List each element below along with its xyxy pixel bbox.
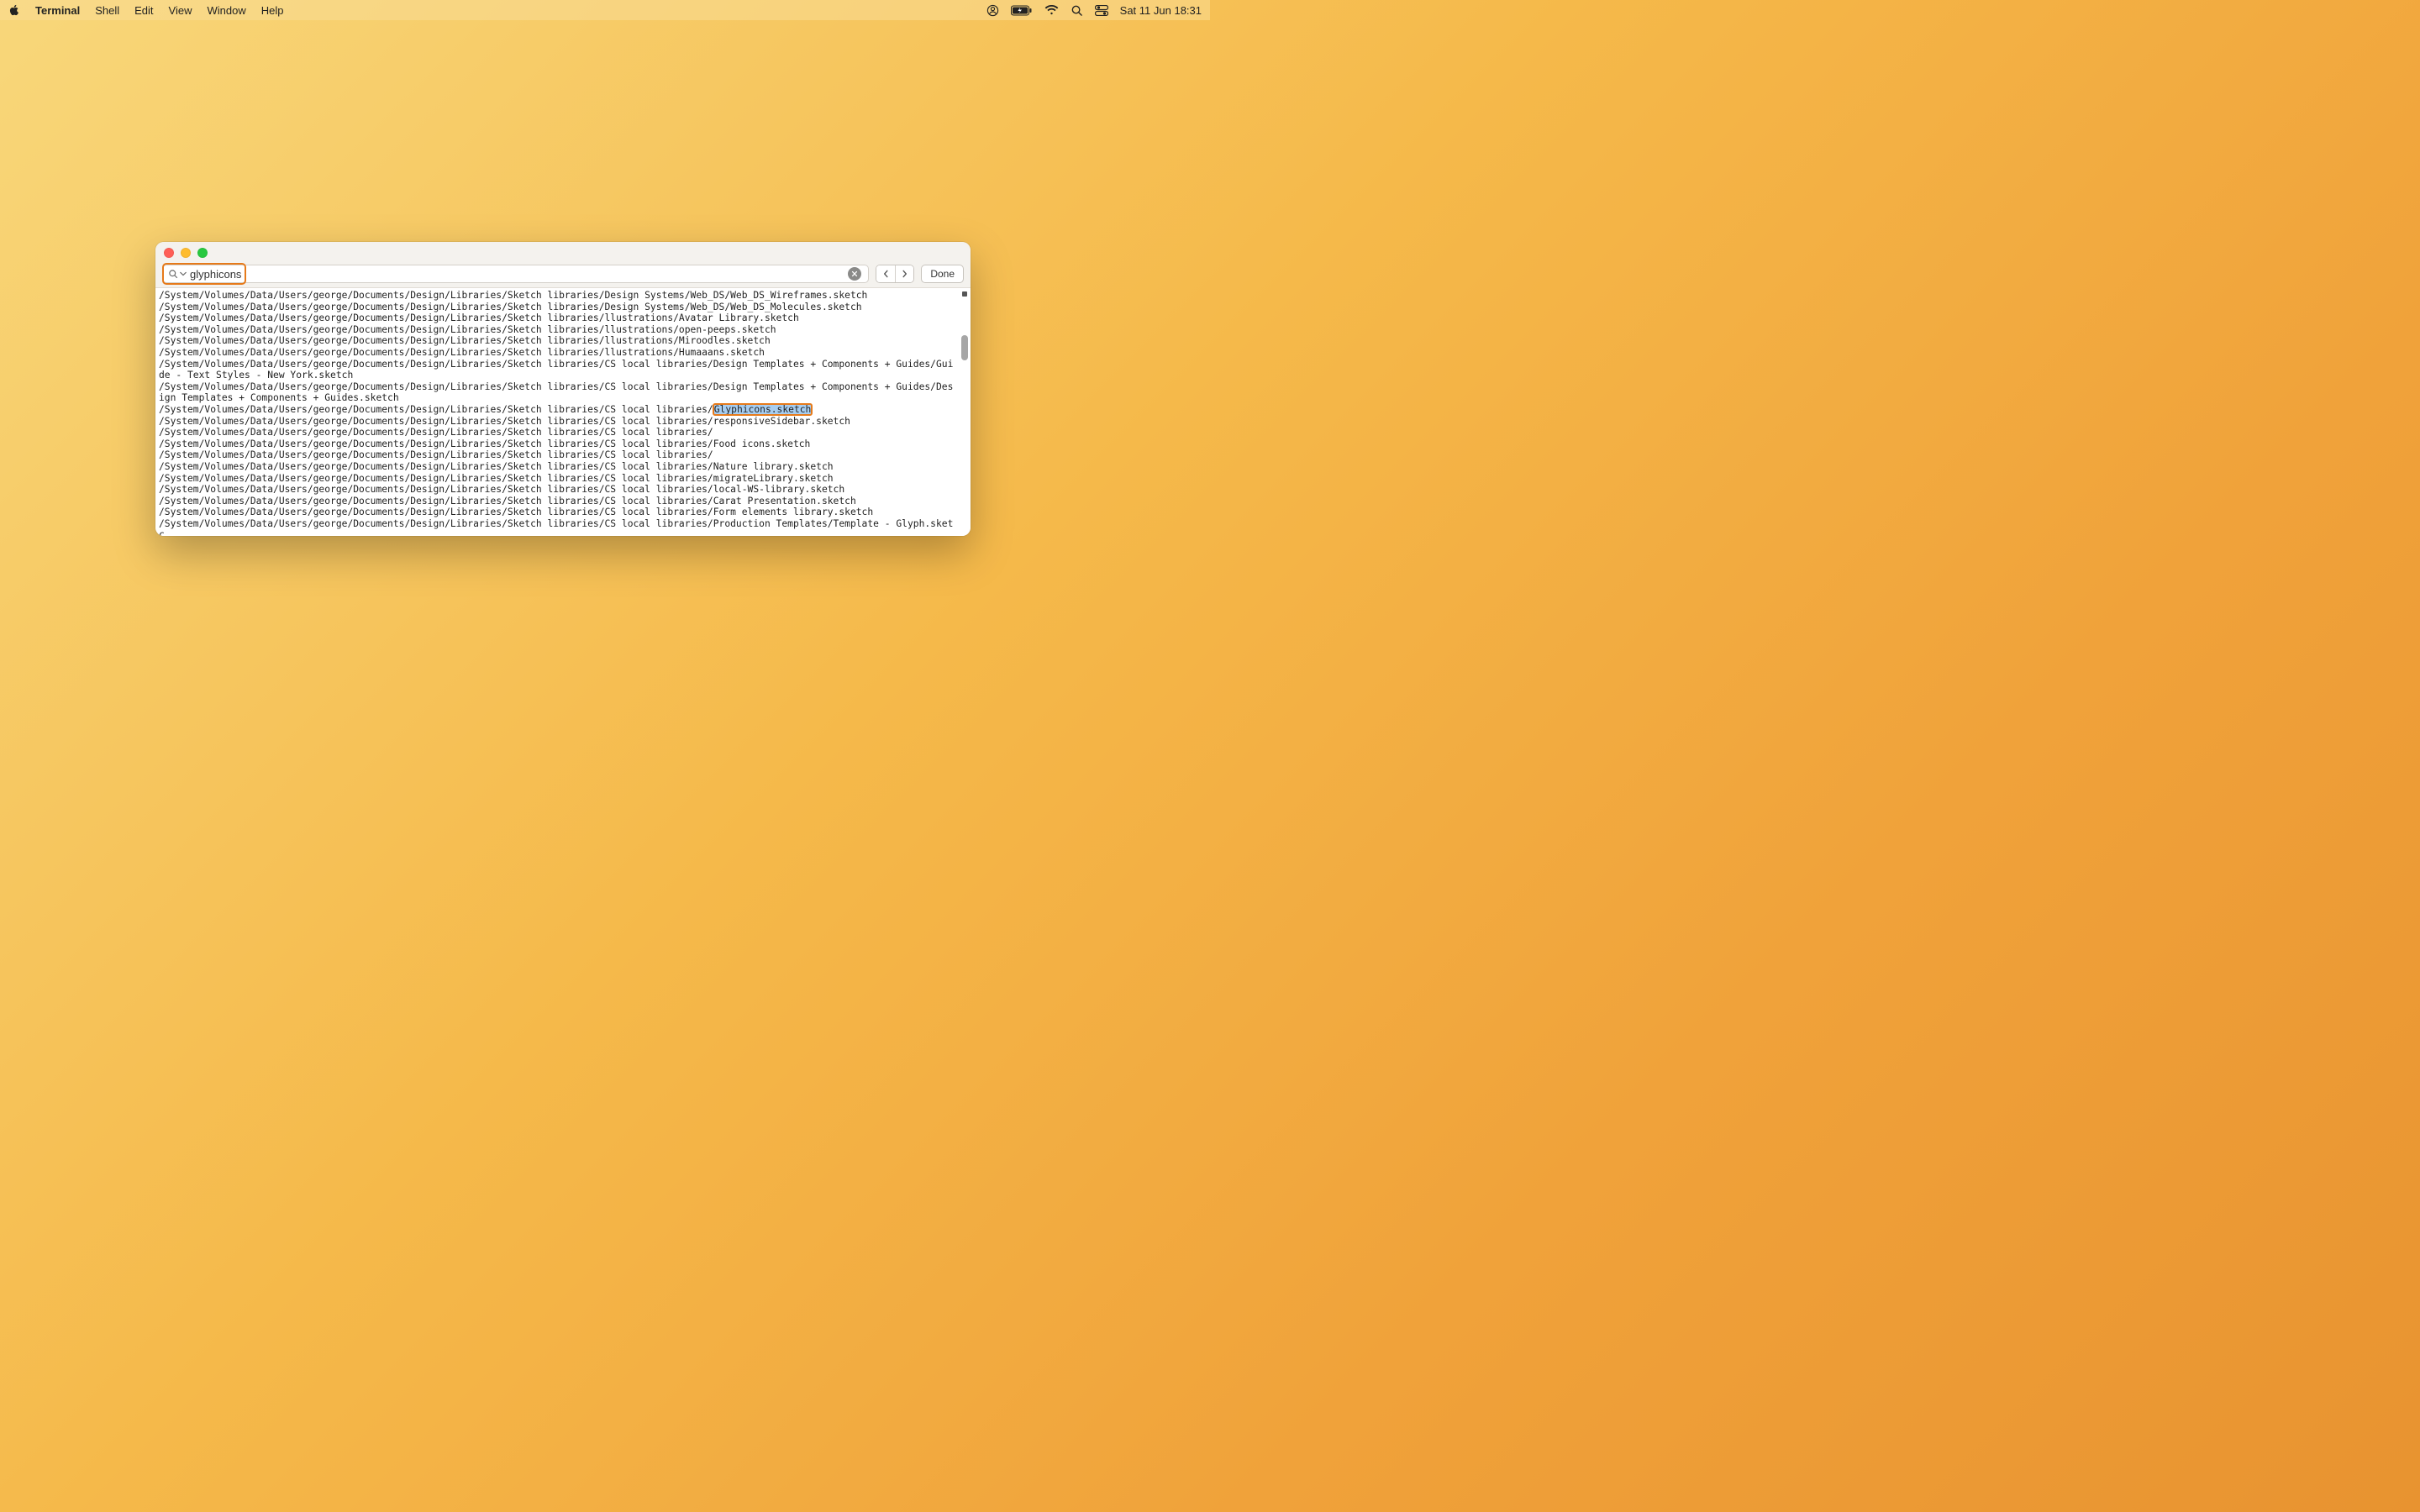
search-options-chevron-icon[interactable] (180, 270, 187, 277)
terminal-output[interactable]: /System/Volumes/Data/Users/george/Docume… (155, 288, 959, 536)
terminal-line: /System/Volumes/Data/Users/george/Docume… (159, 496, 955, 507)
menubar-datetime[interactable]: Sat 11 Jun 18:31 (1120, 4, 1202, 17)
find-done-button[interactable]: Done (921, 265, 964, 283)
find-search-field[interactable] (162, 265, 869, 283)
terminal-line: /System/Volumes/Data/Users/george/Docume… (159, 518, 955, 536)
terminal-line: /System/Volumes/Data/Users/george/Docume… (159, 449, 955, 461)
terminal-line: /System/Volumes/Data/Users/george/Docume… (159, 507, 955, 518)
terminal-line: /System/Volumes/Data/Users/george/Docume… (159, 312, 955, 324)
find-match-highlight: Glyphicons.sketch (713, 404, 813, 415)
terminal-line: /System/Volumes/Data/Users/george/Docume… (159, 347, 955, 359)
terminal-window: Done /System/Volumes/Data/Users/george/D… (155, 242, 971, 536)
terminal-line: /System/Volumes/Data/Users/george/Docume… (159, 427, 955, 438)
search-icon (168, 269, 178, 279)
window-close-button[interactable] (164, 248, 174, 258)
scroll-thumb[interactable] (961, 335, 968, 360)
active-app-name[interactable]: Terminal (35, 4, 80, 17)
menubar: Terminal Shell Edit View Window Help Sat… (0, 0, 1210, 20)
terminal-line: /System/Volumes/Data/Users/george/Docume… (159, 484, 955, 496)
window-minimize-button[interactable] (181, 248, 191, 258)
wifi-icon[interactable] (1044, 5, 1059, 16)
find-input[interactable] (190, 265, 841, 282)
find-prev-button[interactable] (876, 265, 895, 282)
window-traffic-lights (164, 248, 208, 258)
menu-shell[interactable]: Shell (95, 4, 119, 17)
terminal-line: /System/Volumes/Data/Users/george/Docume… (159, 359, 955, 381)
menu-view[interactable]: View (169, 4, 192, 17)
battery-icon[interactable] (1011, 5, 1033, 16)
terminal-line: /System/Volumes/Data/Users/george/Docume… (159, 416, 955, 428)
user-icon[interactable] (986, 4, 999, 17)
terminal-line: /System/Volumes/Data/Users/george/Docume… (159, 461, 955, 473)
find-nav-segmented (876, 265, 914, 283)
terminal-content-area: /System/Volumes/Data/Users/george/Docume… (155, 287, 971, 536)
vertical-scrollbar[interactable] (960, 290, 969, 536)
terminal-line: /System/Volumes/Data/Users/george/Docume… (159, 404, 955, 416)
terminal-line: /System/Volumes/Data/Users/george/Docume… (159, 381, 955, 404)
terminal-line: /System/Volumes/Data/Users/george/Docume… (159, 302, 955, 313)
menu-help[interactable]: Help (261, 4, 284, 17)
terminal-line: /System/Volumes/Data/Users/george/Docume… (159, 335, 955, 347)
find-next-button[interactable] (895, 265, 913, 282)
window-titlebar[interactable] (155, 242, 971, 264)
terminal-line: /System/Volumes/Data/Users/george/Docume… (159, 324, 955, 336)
terminal-line: /System/Volumes/Data/Users/george/Docume… (159, 438, 955, 450)
spotlight-icon[interactable] (1071, 4, 1083, 17)
scroll-marker (962, 291, 967, 297)
find-bar: Done (155, 264, 971, 287)
terminal-line: /System/Volumes/Data/Users/george/Docume… (159, 290, 955, 302)
terminal-line: /System/Volumes/Data/Users/george/Docume… (159, 473, 955, 485)
window-zoom-button[interactable] (197, 248, 208, 258)
control-center-icon[interactable] (1095, 5, 1108, 16)
menu-edit[interactable]: Edit (134, 4, 153, 17)
clear-search-button[interactable] (848, 267, 861, 281)
apple-menu-icon[interactable] (8, 4, 20, 16)
menu-window[interactable]: Window (208, 4, 246, 17)
